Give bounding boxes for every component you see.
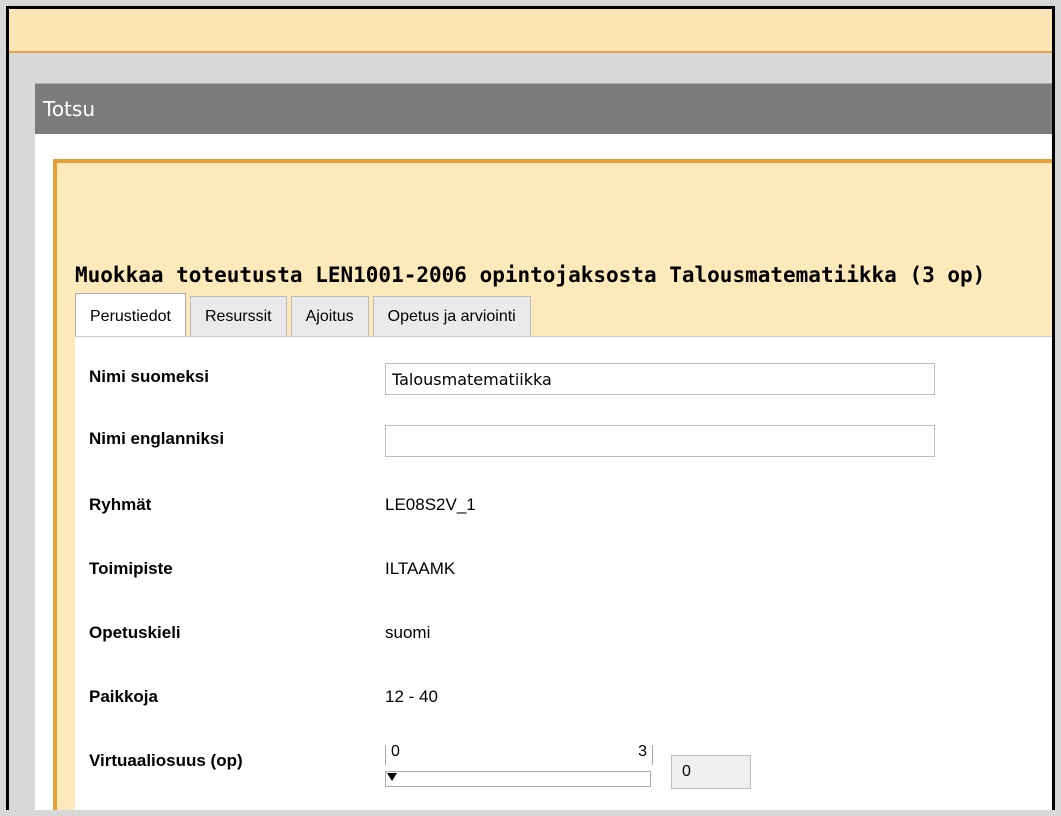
slider-tick-min [385, 745, 386, 765]
slider-track[interactable] [385, 771, 651, 787]
language-label: Opetuskieli [89, 623, 181, 642]
panel-heading: Muokkaa toteutusta LEN1001-2006 opintoja… [75, 263, 986, 287]
tab-perustiedot[interactable]: Perustiedot [75, 293, 186, 337]
location-value: ILTAAMK [385, 559, 456, 578]
name-fi-input[interactable] [385, 363, 935, 395]
slider-max-label: 3 [638, 743, 647, 760]
location-label: Toimipiste [89, 559, 173, 578]
virtual-slider[interactable]: 0 3 [385, 743, 653, 793]
virtual-label: Virtuaaliosuus (op) [89, 751, 243, 770]
edit-panel: Muokkaa toteutusta LEN1001-2006 opintoja… [53, 159, 1052, 810]
app-frame: Totsu Muokkaa toteutusta LEN1001-2006 op… [6, 6, 1055, 810]
language-value: suomi [385, 623, 431, 642]
tab-content: Nimi suomeksi Nimi englanniksi Ryhmät LE… [75, 336, 1052, 810]
slider-tick-max [652, 745, 653, 765]
seats-label: Paikkoja [89, 687, 158, 706]
totsu-window: Totsu Muokkaa toteutusta LEN1001-2006 op… [35, 83, 1052, 810]
name-fi-label: Nimi suomeksi [89, 367, 209, 386]
tab-resurssit[interactable]: Resurssit [189, 296, 287, 336]
name-en-label: Nimi englanniksi [89, 429, 225, 448]
slider-min-label: 0 [391, 743, 400, 760]
name-en-input[interactable] [385, 425, 935, 457]
groups-value: LE08S2V_1 [385, 495, 476, 514]
groups-label: Ryhmät [89, 495, 152, 514]
tab-opetus-ja-arviointi[interactable]: Opetus ja arviointi [372, 296, 531, 336]
seats-value: 12 - 40 [385, 687, 438, 706]
slider-thumb-icon[interactable] [387, 773, 397, 781]
virtual-value-field[interactable]: 0 [671, 755, 751, 789]
top-banner [9, 9, 1052, 53]
tab-bar: Perustiedot Resurssit Ajoitus Opetus ja … [75, 293, 535, 337]
tab-ajoitus[interactable]: Ajoitus [290, 296, 369, 336]
window-title: Totsu [35, 83, 1052, 134]
